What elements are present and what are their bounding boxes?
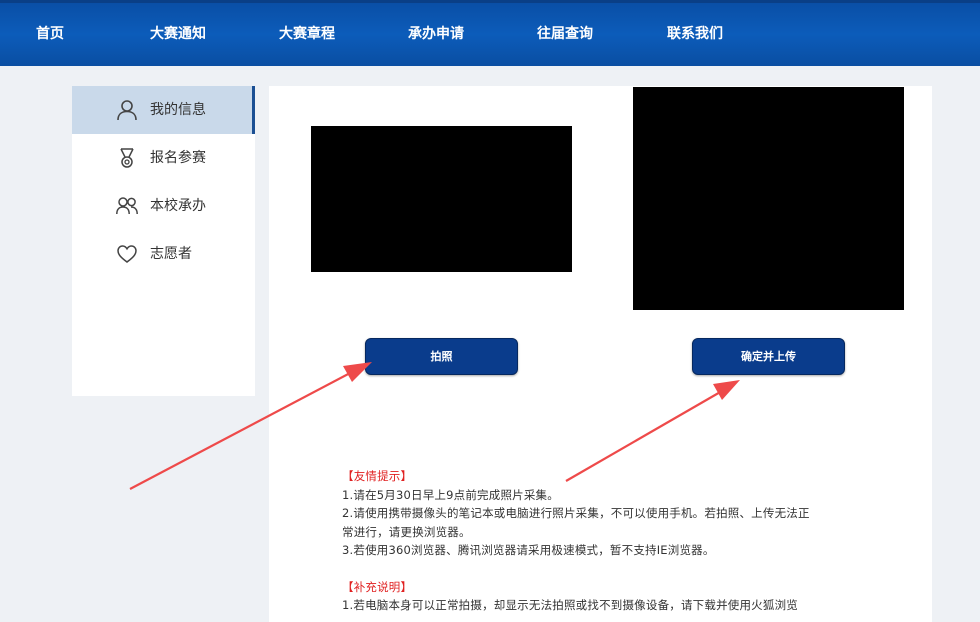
nav-item-contact[interactable]: 联系我们 bbox=[667, 3, 723, 66]
capture-photo-button[interactable]: 拍照 bbox=[365, 338, 518, 375]
captured-photo-preview bbox=[633, 87, 904, 310]
sidebar-item-volunteer[interactable]: 志愿者 bbox=[72, 230, 255, 278]
notice-section: 【友情提示】 1.请在5月30日早上9点前完成照片采集。 2.请使用携带摄像头的… bbox=[342, 467, 872, 615]
heart-icon bbox=[117, 245, 137, 263]
users-icon bbox=[116, 197, 138, 215]
supplement-line: 1.若电脑本身可以正常拍摄，却显示无法拍照或找不到摄像设备，请下载并使用火狐浏览 bbox=[342, 598, 798, 612]
nav-item-notices[interactable]: 大赛通知 bbox=[150, 3, 206, 66]
nav-item-rules[interactable]: 大赛章程 bbox=[279, 3, 335, 66]
tip-line: 1.请在5月30日早上9点前完成照片采集。 bbox=[342, 487, 559, 502]
top-nav-bar: 首页 大赛通知 大赛章程 承办申请 往届查询 联系我们 bbox=[0, 0, 980, 66]
sidebar-item-school-host[interactable]: 本校承办 bbox=[72, 182, 255, 230]
sidebar-item-label: 报名参赛 bbox=[150, 150, 206, 166]
sidebar-item-label: 我的信息 bbox=[150, 102, 206, 118]
user-icon bbox=[117, 100, 137, 121]
confirm-upload-button[interactable]: 确定并上传 bbox=[692, 338, 845, 375]
sidebar-item-label: 本校承办 bbox=[150, 198, 206, 214]
sidebar-item-label: 志愿者 bbox=[150, 246, 192, 262]
sidebar-item-register[interactable]: 报名参赛 bbox=[72, 134, 255, 182]
tip-line: 2.请使用携带摄像头的笔记本或电脑进行照片采集，不可以使用手机。若拍照、上传无法… bbox=[342, 506, 810, 520]
tip-line: 3.若使用360浏览器、腾讯浏览器请采用极速模式，暂不支持IE浏览器。 bbox=[342, 543, 715, 557]
medal-icon bbox=[120, 148, 134, 168]
nav-item-host-application[interactable]: 承办申请 bbox=[408, 3, 464, 66]
nav-item-home[interactable]: 首页 bbox=[36, 3, 64, 66]
sidebar: 我的信息 报名参赛 本校承办 志愿者 bbox=[72, 86, 255, 396]
supplement-heading: 【补充说明】 bbox=[342, 579, 413, 594]
tip-line: 常进行，请更换浏览器。 bbox=[342, 524, 471, 539]
tips-heading: 【友情提示】 bbox=[342, 469, 413, 483]
sidebar-item-my-info[interactable]: 我的信息 bbox=[72, 86, 255, 134]
camera-preview bbox=[311, 126, 572, 272]
nav-item-past-query[interactable]: 往届查询 bbox=[537, 3, 593, 66]
